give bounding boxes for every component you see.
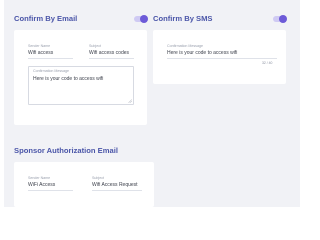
toggle-on-icon: [279, 15, 287, 23]
sponsor-sender-name-label: Sender Name: [28, 176, 51, 180]
sponsor-subject-underline: [92, 190, 142, 191]
sponsor-subject-label: Subject: [92, 176, 104, 180]
sponsor-section-title: Sponsor Authorization Email: [14, 146, 118, 155]
textarea-resize-icon[interactable]: [128, 99, 132, 103]
sponsor-subject-field[interactable]: Wifi Access Request: [92, 182, 138, 188]
toggle-on-icon: [140, 15, 148, 23]
sms-char-counter: 32 / 40: [262, 61, 273, 65]
subject-underline: [89, 58, 134, 59]
sponsor-sender-name-underline: [28, 190, 73, 191]
sms-message-field[interactable]: Here is your code to access wifi: [167, 50, 237, 56]
email-message-label: Confirmation Message: [33, 69, 69, 73]
sms-section-title: Confirm By SMS: [153, 14, 213, 23]
email-settings-card: Sender Name Wifi access Subject Wifi acc…: [14, 30, 147, 125]
sms-message-underline: [167, 58, 277, 59]
left-rail: [0, 0, 4, 207]
email-message-text: Here is your code to access wifi: [33, 76, 104, 82]
sms-toggle[interactable]: [273, 15, 287, 23]
subject-field[interactable]: Wifi access codes: [89, 50, 129, 56]
sender-name-label: Sender Name: [28, 44, 51, 48]
sender-name-field[interactable]: Wifi access: [28, 50, 53, 56]
sponsor-sender-name-field[interactable]: WiFi Access: [28, 182, 55, 188]
sms-message-label: Confirmation Message: [167, 44, 203, 48]
subject-label: Subject: [89, 44, 101, 48]
email-message-textarea[interactable]: Confirmation Message Here is your code t…: [28, 66, 134, 105]
sponsor-settings-card: Sender Name WiFi Access Subject Wifi Acc…: [14, 162, 154, 207]
email-section-title: Confirm By Email: [14, 14, 78, 23]
settings-canvas: Confirm By Email Sender Name Wifi access…: [0, 0, 300, 207]
sms-settings-card: Confirmation Message Here is your code t…: [153, 30, 286, 84]
sender-name-underline: [28, 58, 73, 59]
email-toggle[interactable]: [134, 15, 148, 23]
